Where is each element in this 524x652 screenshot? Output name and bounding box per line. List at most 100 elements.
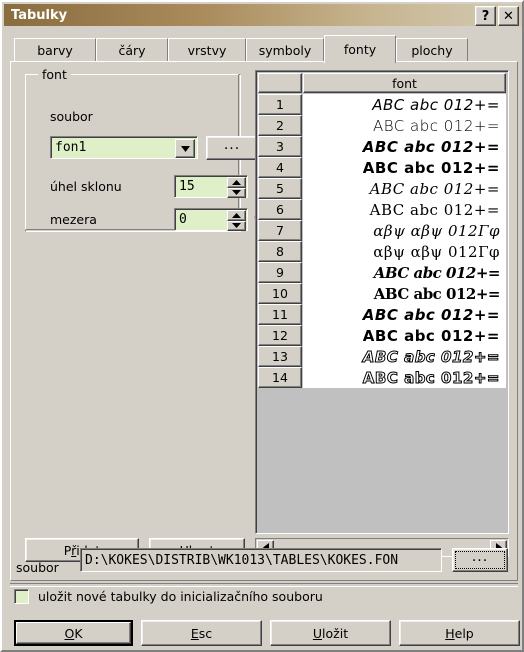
table-row-number[interactable]: 2 [258, 115, 302, 136]
tab-symboly[interactable]: symboly [246, 38, 324, 62]
soubor-path-label: soubor [16, 560, 59, 575]
tab-fonty[interactable]: fonty [324, 35, 396, 63]
spin-up-icon[interactable] [227, 210, 246, 221]
soubor-browse-button[interactable]: ... [206, 136, 258, 160]
table-row-number[interactable]: 7 [258, 220, 302, 241]
font-sample-cell[interactable]: ABC abc 012+= [303, 115, 506, 136]
ulozit-button[interactable]: Uložit [270, 620, 391, 646]
table-row-number[interactable]: 11 [258, 304, 302, 325]
soubor-path-field[interactable]: D:\KOKES\DISTRIB\WK1013\TABLES\KOKES.FON [80, 548, 442, 572]
table-row-number[interactable]: 10 [258, 283, 302, 304]
tab-bar: barvy čáry vrstvy symboly fonty plochy [14, 34, 514, 63]
soubor-path-browse-button[interactable]: ... [452, 548, 508, 572]
group-title: font [38, 67, 71, 82]
font-sample-cell[interactable]: ABC abc 012+= [303, 262, 506, 283]
uhel-sklonu-label: úhel sklonu [50, 179, 122, 194]
help-button[interactable]: ? [475, 6, 496, 26]
mezera-value: 0 [179, 212, 187, 227]
table-rows: 1 ABC abc 012+= 2 ABC abc 012+= 3 ABC abc 012… [258, 94, 506, 531]
font-sample-cell[interactable]: ABC abc 012+= [303, 178, 506, 199]
close-icon[interactable]: ✕ [498, 6, 519, 26]
table-row-number[interactable]: 6 [258, 199, 302, 220]
table-row[interactable]: 9 ABC abc 012+= [258, 262, 506, 283]
table-row-number[interactable]: 13 [258, 346, 302, 367]
uhel-sklonu-spinner[interactable]: 15 [174, 175, 248, 198]
font-sample-cell[interactable]: ABC abc 012+= [303, 94, 506, 115]
soubor-value: fon1 [55, 140, 87, 155]
font-sample-cell[interactable]: ABC abc 012+= [303, 325, 506, 346]
soubor-browse-label: ... [223, 137, 241, 153]
table-row[interactable]: 6 ABC abc 012+= [258, 199, 506, 220]
table-row[interactable]: 4 ABC abc 012+= [258, 157, 506, 178]
font-sample-cell[interactable]: ABC abc 012+= [303, 199, 506, 220]
table-row[interactable]: 10 ABC abc 012+= [258, 283, 506, 304]
save-tables-checkbox-label: uložit nové tabulky do inicializačního s… [38, 589, 323, 604]
table-row-number[interactable]: 14 [258, 367, 302, 388]
save-tables-checkbox-row[interactable]: uložit nové tabulky do inicializačního s… [14, 589, 323, 604]
triangle-up-glyph [232, 179, 241, 185]
table-row[interactable]: 5 ABC abc 012+= [258, 178, 506, 199]
tab-label: fonty [343, 42, 377, 57]
table-row[interactable]: 3 ABC abc 012+= [258, 136, 506, 157]
help-label: Help [445, 625, 474, 641]
mezera-spin-buttons[interactable] [227, 210, 246, 231]
ok-button[interactable]: OK [14, 620, 133, 646]
soubor-label: soubor [50, 109, 93, 124]
save-tables-checkbox[interactable] [14, 589, 29, 604]
ok-label: OK [64, 625, 83, 641]
soubor-path-value: D:\KOKES\DISTRIB\WK1013\TABLES\KOKES.FON [85, 552, 399, 568]
table-row-number[interactable]: 5 [258, 178, 302, 199]
table-row[interactable]: 11 ABC abc 012+= [258, 304, 506, 325]
table-row[interactable]: 14 ABC abc 012+= [258, 367, 506, 388]
font-sample-cell[interactable]: αβψ αβψ 012Γφ [303, 220, 506, 241]
table-row-number[interactable]: 3 [258, 136, 302, 157]
table-row[interactable]: 8 αβψ αβψ 012Γφ [258, 241, 506, 262]
table-row-number[interactable]: 9 [258, 262, 302, 283]
tab-plochy[interactable]: plochy [396, 38, 468, 62]
spin-down-icon[interactable] [227, 187, 246, 198]
tab-label: vrstvy [187, 43, 227, 58]
esc-button[interactable]: Esc [141, 620, 262, 646]
footer-divider [10, 583, 518, 587]
table-corner-cell[interactable] [258, 73, 302, 93]
chevron-down-icon[interactable] [175, 139, 195, 158]
spin-up-icon[interactable] [227, 177, 246, 188]
tab-vrstvy[interactable]: vrstvy [168, 38, 246, 62]
table-row[interactable]: 13 ABC abc 012+= [258, 346, 506, 367]
table-row-number[interactable]: 1 [258, 94, 302, 115]
tab-cary[interactable]: čáry [96, 38, 168, 62]
window-title: Tabulky [11, 7, 68, 23]
triangle-down-glyph [232, 190, 241, 196]
font-sample-cell[interactable]: ABC abc 012+= [303, 283, 506, 304]
font-sample-cell[interactable]: ABC abc 012+= [303, 346, 506, 367]
table-row-number[interactable]: 12 [258, 325, 302, 346]
table-row[interactable]: 2 ABC abc 012+= [258, 115, 506, 136]
tab-label: barvy [37, 43, 73, 58]
font-sample-cell[interactable]: αβψ αβψ 012Γφ [303, 241, 506, 262]
esc-label: Esc [190, 625, 213, 641]
title-bar-buttons: ? ✕ [475, 6, 519, 26]
font-sample-cell[interactable]: ABC abc 012+= [303, 367, 506, 388]
help-footer-button[interactable]: Help [399, 620, 520, 646]
soubor-combo[interactable]: fon1 [50, 136, 198, 159]
table-row-number[interactable]: 4 [258, 157, 302, 178]
uhel-sklonu-spin-buttons[interactable] [227, 177, 246, 198]
table-row[interactable]: 12 ABC abc 012+= [258, 325, 506, 346]
chevron-down-glyph [180, 145, 190, 152]
table-row[interactable]: 7 αβψ αβψ 012Γφ [258, 220, 506, 241]
spin-down-icon[interactable] [227, 220, 246, 231]
tab-label: symboly [258, 43, 312, 58]
mezera-spinner[interactable]: 0 [174, 208, 248, 231]
ulozit-label: Uložit [312, 625, 349, 641]
table-column-header-font[interactable]: font [303, 73, 506, 93]
font-table[interactable]: font 1 ABC abc 012+= 2 ABC abc 012+= 3 ABC ab… [255, 70, 509, 534]
table-row-number[interactable]: 8 [258, 241, 302, 262]
font-sample-cell[interactable]: ABC abc 012+= [303, 304, 506, 325]
tab-barvy[interactable]: barvy [14, 38, 96, 62]
font-sample-cell[interactable]: ABC abc 012+= [303, 136, 506, 157]
fonty-tab-panel: font soubor fon1 ... úhel sklonu 15 meze… [10, 61, 518, 581]
mezera-label: mezera [50, 212, 97, 227]
table-row[interactable]: 1 ABC abc 012+= [258, 94, 506, 115]
font-sample-cell[interactable]: ABC abc 012+= [303, 157, 506, 178]
uhel-sklonu-value: 15 [179, 179, 195, 194]
